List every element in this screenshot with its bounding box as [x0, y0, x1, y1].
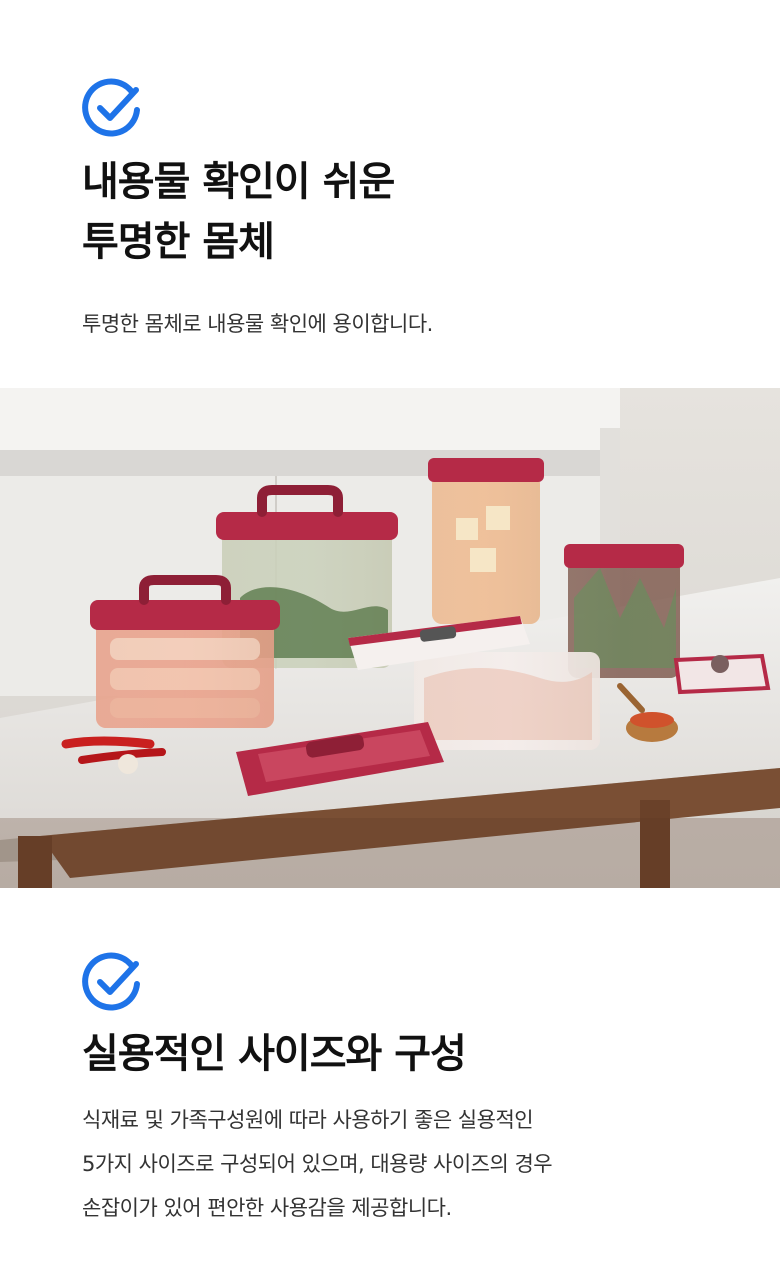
feature-description-line-1: 식재료 및 가족구성원에 따라 사용하기 좋은 실용적인	[82, 1108, 534, 1132]
feature-title: 실용적인 사이즈와 구성	[82, 1031, 467, 1077]
check-circle-icon	[82, 952, 140, 1011]
feature-description-line-2: 5가지 사이즈로 구성되어 있으며, 대용량 사이즈의 경우	[82, 1152, 553, 1176]
product-photo-illustration	[0, 388, 780, 888]
feature-description: 투명한 몸체로 내용물 확인에 용이합니다.	[82, 312, 433, 336]
feature-section-sizes: 실용적인 사이즈와 구성 식재료 및 가족구성원에 따라 사용하기 좋은 실용적…	[0, 888, 780, 1264]
feature-title-line-1: 내용물 확인이 쉬운	[82, 159, 395, 205]
feature-title-line-2: 투명한 몸체	[82, 219, 275, 265]
feature-title: 내용물 확인이 쉬운 투명한 몸체	[82, 152, 395, 272]
feature-description-line-3: 손잡이가 있어 편안한 사용감을 제공합니다.	[82, 1196, 452, 1220]
feature-description: 식재료 및 가족구성원에 따라 사용하기 좋은 실용적인 5가지 사이즈로 구성…	[82, 1098, 553, 1230]
feature-section-transparent: 내용물 확인이 쉬운 투명한 몸체 투명한 몸체로 내용물 확인에 용이합니다.	[0, 0, 780, 388]
product-photo	[0, 388, 780, 888]
check-circle-icon	[82, 78, 140, 137]
